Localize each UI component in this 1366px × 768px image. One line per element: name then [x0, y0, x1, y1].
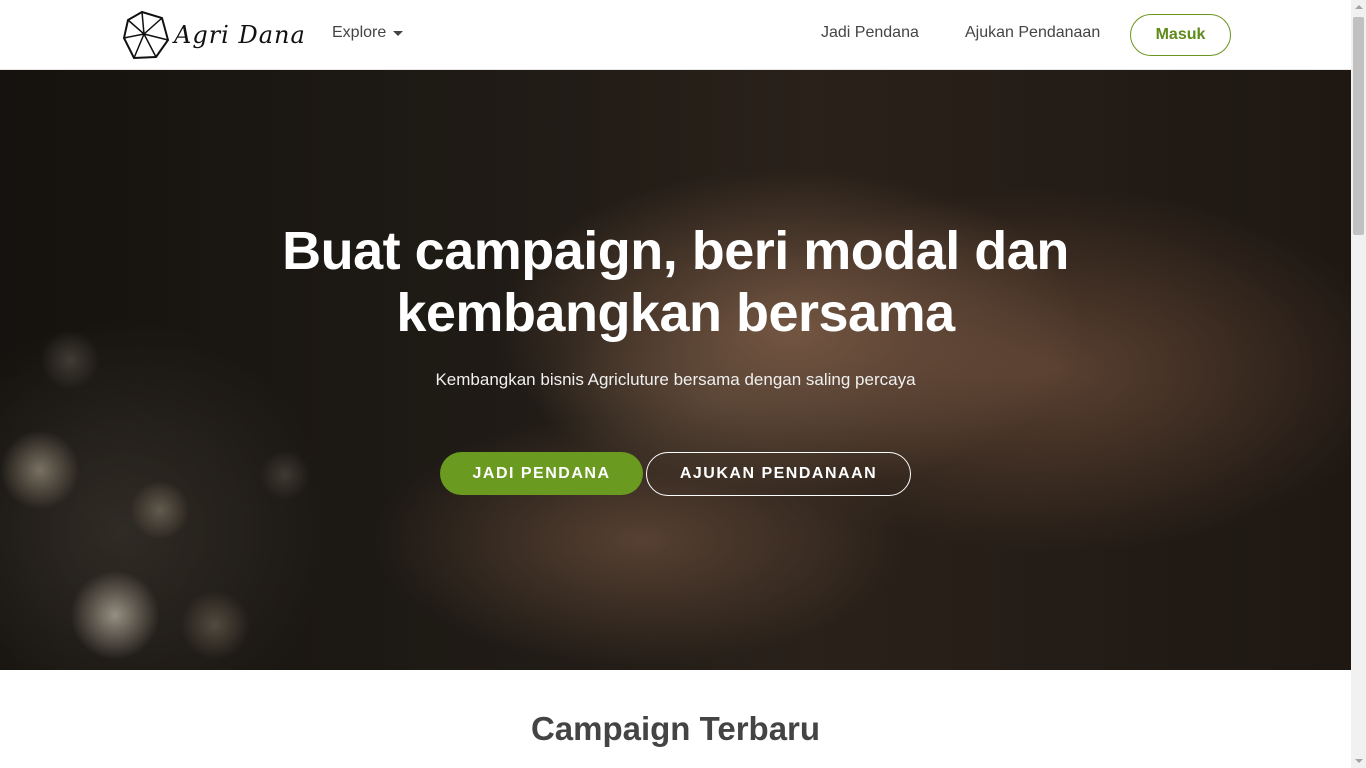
navbar: Agri Dana Explore Jadi Pendana Ajukan Pe…: [0, 0, 1351, 70]
explore-dropdown[interactable]: Explore: [332, 24, 404, 42]
explore-label: Explore: [332, 24, 387, 41]
nav-link-ajukan-pendanaan[interactable]: Ajukan Pendanaan: [965, 24, 1100, 42]
section-title: Campaign Terbaru: [530, 710, 821, 747]
scroll-up-icon[interactable]: [1355, 5, 1363, 9]
caret-down-icon: [393, 31, 404, 36]
hero-title-line-2: kembangkan bersama: [396, 283, 955, 343]
scroll-thumb[interactable]: [1353, 17, 1364, 235]
jadi-pendana-button[interactable]: JADI PENDANA: [440, 452, 643, 495]
nav-link-jadi-pendana[interactable]: Jadi Pendana: [821, 24, 919, 42]
hero-title-line-1: Buat campaign, beri modal dan: [282, 221, 1069, 281]
scroll-down-icon[interactable]: [1355, 759, 1363, 763]
page-scrollbar[interactable]: [1351, 0, 1366, 768]
hero-subtitle: Kembangkan bisnis Agricluture bersama de…: [435, 370, 916, 389]
ajukan-pendanaan-button[interactable]: AJUKAN PENDANAAN: [646, 452, 911, 496]
brand-logo[interactable]: Agri Dana: [122, 9, 306, 61]
hero-section: Buat campaign, beri modal dan kembangkan…: [0, 70, 1351, 670]
brand-name: Agri Dana: [174, 21, 306, 49]
hero-title: Buat campaign, beri modal dan kembangkan…: [0, 220, 1351, 344]
login-button[interactable]: Masuk: [1130, 14, 1231, 56]
polyhedron-logo-icon: [122, 10, 170, 60]
